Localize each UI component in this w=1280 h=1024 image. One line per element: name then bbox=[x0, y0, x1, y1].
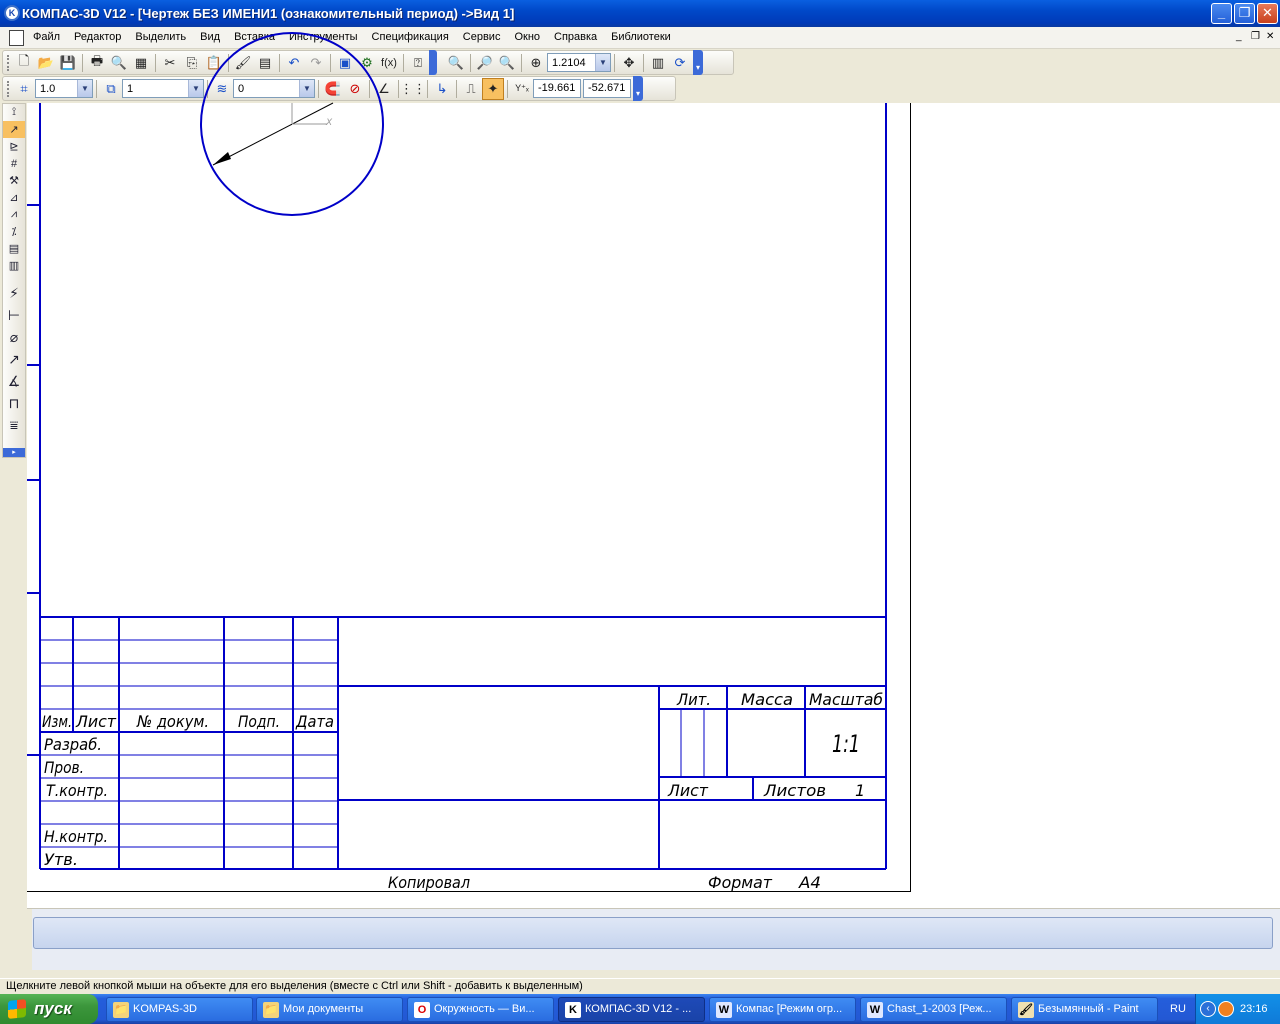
radius-leader-line[interactable] bbox=[212, 102, 334, 166]
taskbar-button-label: Компас [Режим огр... bbox=[736, 1003, 843, 1015]
taskbar-button-label: Окружность — Ви... bbox=[434, 1003, 535, 1015]
taskbar-button-label: Мои документы bbox=[283, 1003, 364, 1015]
taskbar: пуск RU ‹ 23:16 📁 KOMPAS-3D 📁 Мои документы… bbox=[0, 994, 1280, 1024]
tray-expand-icon[interactable]: ‹ bbox=[1200, 1001, 1216, 1017]
start-button[interactable]: пуск bbox=[0, 994, 98, 1024]
paint-icon: 🖌 bbox=[1018, 1002, 1034, 1018]
tb-sheet: Лист bbox=[667, 781, 709, 800]
tb-massa: Масса bbox=[741, 690, 793, 709]
tb-sheets: Листов bbox=[763, 781, 826, 800]
folder-icon: 📁 bbox=[113, 1002, 129, 1018]
tb-tkontr: Т.контр. bbox=[46, 781, 108, 800]
kompas-icon: K bbox=[565, 1002, 581, 1018]
taskbar-button[interactable]: W Компас [Режим огр... bbox=[709, 997, 856, 1022]
word-icon: W bbox=[867, 1002, 883, 1018]
system-tray: ‹ 23:16 bbox=[1195, 994, 1280, 1024]
status-bar: Щелкните левой кнопкой мыши на объекте д… bbox=[0, 978, 1280, 994]
leader-arrow-icon bbox=[213, 152, 231, 165]
tb-izm: Изм. bbox=[42, 712, 72, 731]
tb-lit: Лит. bbox=[676, 690, 711, 709]
tb-podp: Подп. bbox=[238, 712, 280, 731]
property-panel-body[interactable] bbox=[33, 917, 1273, 949]
windows-logo-icon bbox=[8, 999, 26, 1019]
drawing-canvas[interactable]: X Изм. Лист № докум. Подп. Дата Разраб. … bbox=[0, 0, 1280, 1024]
tb-list: Лист bbox=[75, 712, 117, 731]
tb-prov: Пров. bbox=[44, 758, 84, 777]
tb-doc-no: № докум. bbox=[136, 712, 209, 731]
taskbar-button[interactable]: 🖌 Безымянный - Paint bbox=[1011, 997, 1158, 1022]
word-icon: W bbox=[716, 1002, 732, 1018]
tb-format: Формат bbox=[708, 873, 773, 892]
taskbar-button[interactable]: K КОМПАС-3D V12 - ... bbox=[558, 997, 705, 1022]
taskbar-button[interactable]: O Окружность — Ви... bbox=[407, 997, 554, 1022]
taskbar-button-label: Chast_1-2003 [Реж... bbox=[887, 1003, 992, 1015]
tb-copied: Копировал bbox=[388, 873, 470, 892]
taskbar-button-label: Безымянный - Paint bbox=[1038, 1003, 1139, 1015]
tb-scale-value: 1:1 bbox=[832, 730, 860, 758]
taskbar-button-label: KOMPAS-3D bbox=[133, 1003, 197, 1015]
tb-data: Дата bbox=[295, 712, 334, 731]
tb-format-value: A4 bbox=[798, 873, 821, 892]
tb-nkontr: Н.контр. bbox=[44, 827, 108, 846]
axis-x-label: X bbox=[325, 118, 333, 128]
taskbar-button[interactable]: 📁 Мои документы bbox=[256, 997, 403, 1022]
tb-masshtab: Масштаб bbox=[809, 690, 883, 709]
clock: 23:16 bbox=[1240, 1003, 1268, 1015]
tb-utv: Утв. bbox=[44, 850, 78, 869]
tb-sheets-value: 1 bbox=[855, 781, 865, 800]
taskbar-button-label: КОМПАС-3D V12 - ... bbox=[585, 1003, 692, 1015]
taskbar-button[interactable]: 📁 KOMPAS-3D bbox=[106, 997, 253, 1022]
start-label: пуск bbox=[34, 999, 72, 1018]
folder-icon: 📁 bbox=[263, 1002, 279, 1018]
tray-app-icon[interactable] bbox=[1218, 1001, 1234, 1017]
opera-icon: O bbox=[414, 1002, 430, 1018]
taskbar-button[interactable]: W Chast_1-2003 [Реж... bbox=[860, 997, 1007, 1022]
property-panel bbox=[27, 908, 1280, 971]
language-indicator[interactable]: RU bbox=[1163, 994, 1193, 1024]
tb-razrab: Разраб. bbox=[44, 735, 102, 754]
